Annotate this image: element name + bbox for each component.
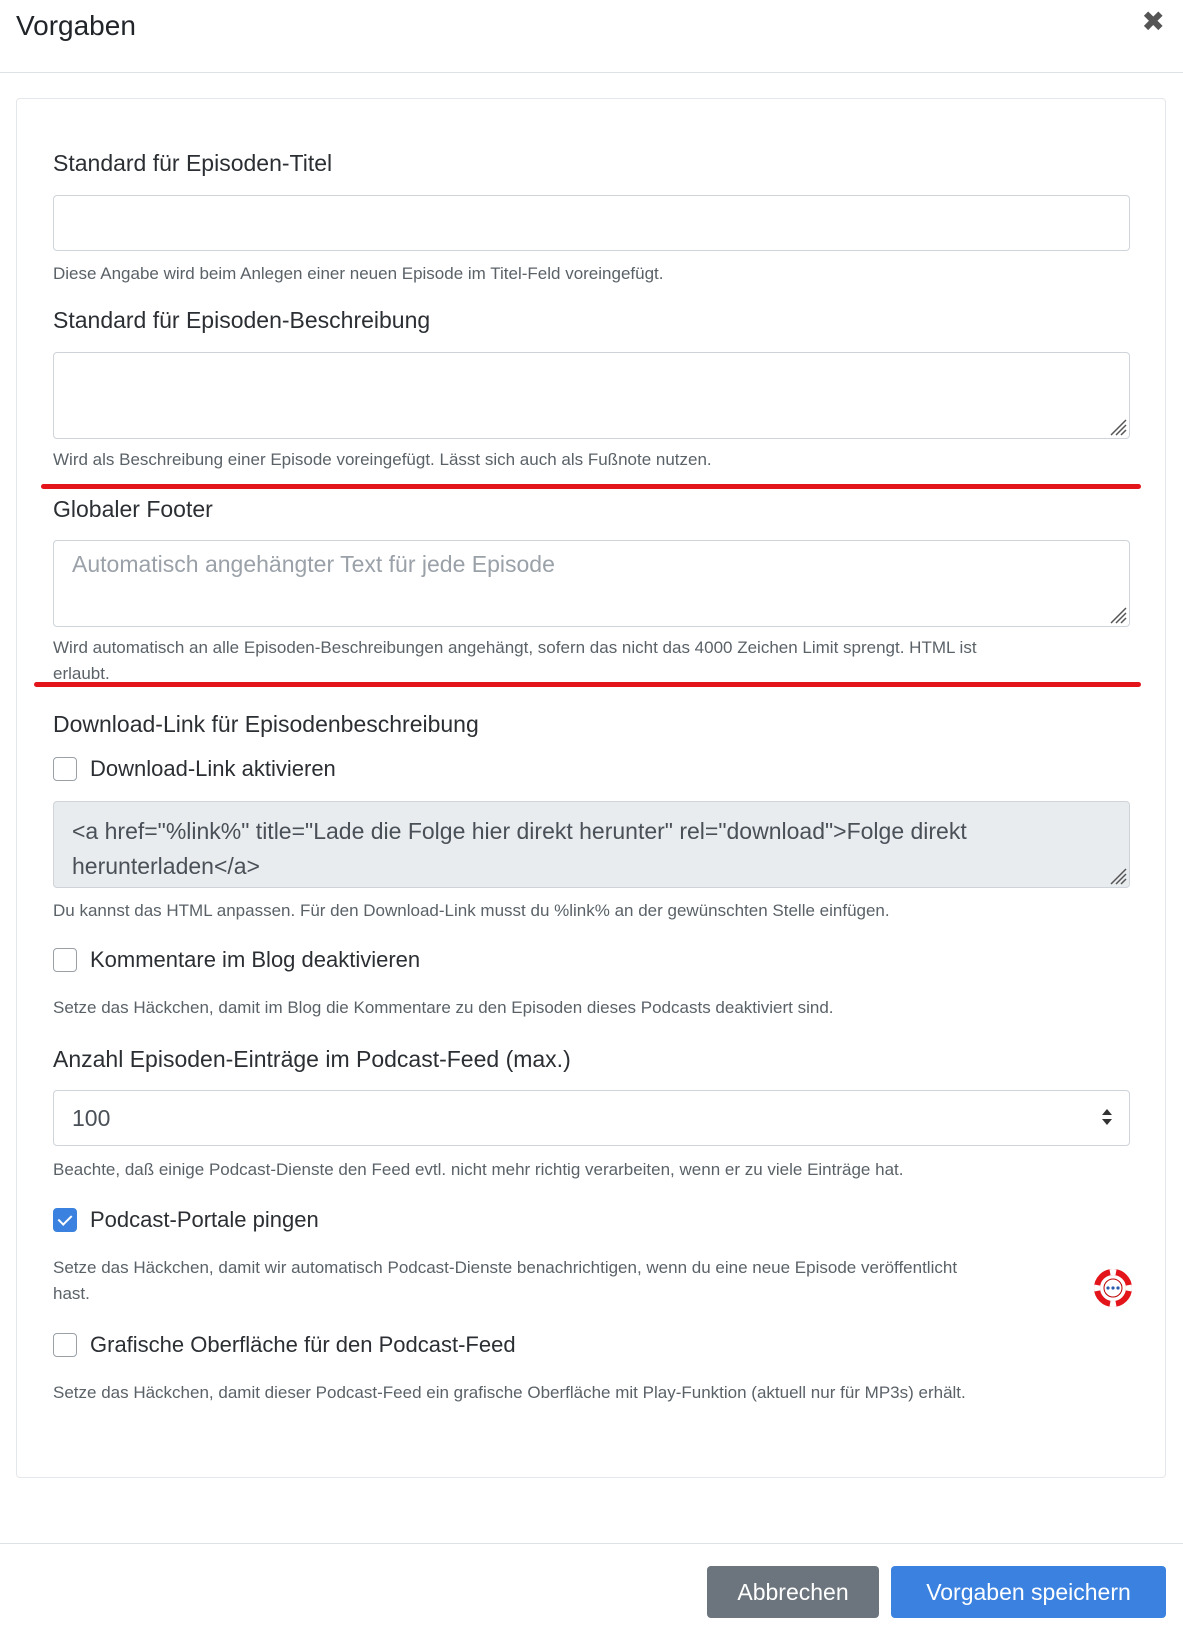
modal-header: Vorgaben ✖	[0, 0, 1183, 73]
ping-portals-checkbox-label[interactable]: Podcast-Portale pingen	[90, 1207, 319, 1233]
global-footer-label: Globaler Footer	[53, 496, 213, 522]
episode-title-help: Diese Angabe wird beim Anlegen einer neu…	[53, 264, 664, 283]
global-footer-placeholder: Automatisch angehängter Text für jede Ep…	[72, 551, 555, 577]
feed-entries-select[interactable]: 100	[53, 1090, 1130, 1146]
episode-description-label: Standard für Episoden-Beschreibung	[53, 307, 431, 333]
graphic-feed-checkbox[interactable]	[53, 1333, 77, 1357]
resize-grip-icon[interactable]	[1105, 602, 1127, 624]
feed-entries-label: Anzahl Episoden-Einträge im Podcast-Feed…	[53, 1046, 571, 1072]
red-annotation-line-top	[41, 484, 1141, 489]
download-link-checkbox[interactable]	[53, 757, 77, 781]
close-icon[interactable]: ✖	[1142, 8, 1165, 36]
episode-description-help: Wird als Beschreibung einer Episode vore…	[53, 450, 712, 469]
download-link-html-line2: herunterladen</a>	[72, 853, 260, 879]
lifebuoy-icon[interactable]	[1093, 1268, 1133, 1308]
ping-portals-help-line1: Setze das Häckchen, damit wir automatisc…	[53, 1258, 958, 1277]
resize-grip-icon[interactable]	[1105, 863, 1127, 885]
episode-title-label: Standard für Episoden-Titel	[53, 150, 333, 176]
comments-checkbox-label[interactable]: Kommentare im Blog deaktivieren	[90, 947, 420, 973]
red-annotation-line-bottom	[34, 682, 1141, 687]
ping-portals-help-line2: hast.	[53, 1284, 90, 1303]
download-link-checkbox-label[interactable]: Download-Link aktivieren	[90, 756, 336, 782]
comments-checkbox[interactable]	[53, 948, 77, 972]
ping-portals-checkbox[interactable]	[53, 1208, 77, 1232]
comments-help: Setze das Häckchen, damit im Blog die Ko…	[53, 998, 834, 1017]
download-link-label: Download-Link für Episodenbeschreibung	[53, 711, 479, 737]
episode-description-textarea[interactable]	[53, 352, 1130, 439]
graphic-feed-help: Setze das Häckchen, damit dieser Podcast…	[53, 1383, 966, 1402]
download-link-html-line1: <a href="%link%" title="Lade die Folge h…	[72, 818, 967, 844]
cancel-button[interactable]: Abbrechen	[707, 1566, 879, 1618]
feed-entries-selected-value: 100	[72, 1105, 111, 1131]
select-arrows-icon	[1102, 1109, 1112, 1125]
modal-footer-divider	[0, 1543, 1183, 1544]
global-footer-textarea[interactable]: Automatisch angehängter Text für jede Ep…	[53, 540, 1130, 627]
download-link-html-textarea[interactable]: <a href="%link%" title="Lade die Folge h…	[53, 801, 1130, 888]
modal-title: Vorgaben	[16, 10, 136, 41]
global-footer-help-line1: Wird automatisch an alle Episoden-Beschr…	[53, 638, 977, 657]
save-button[interactable]: Vorgaben speichern	[891, 1566, 1166, 1618]
feed-entries-help: Beachte, daß einige Podcast-Dienste den …	[53, 1160, 904, 1179]
resize-grip-icon[interactable]	[1105, 414, 1127, 436]
download-link-help: Du kannst das HTML anpassen. Für den Dow…	[53, 901, 890, 920]
graphic-feed-checkbox-label[interactable]: Grafische Oberfläche für den Podcast-Fee…	[90, 1332, 516, 1358]
episode-title-input[interactable]	[53, 195, 1130, 251]
